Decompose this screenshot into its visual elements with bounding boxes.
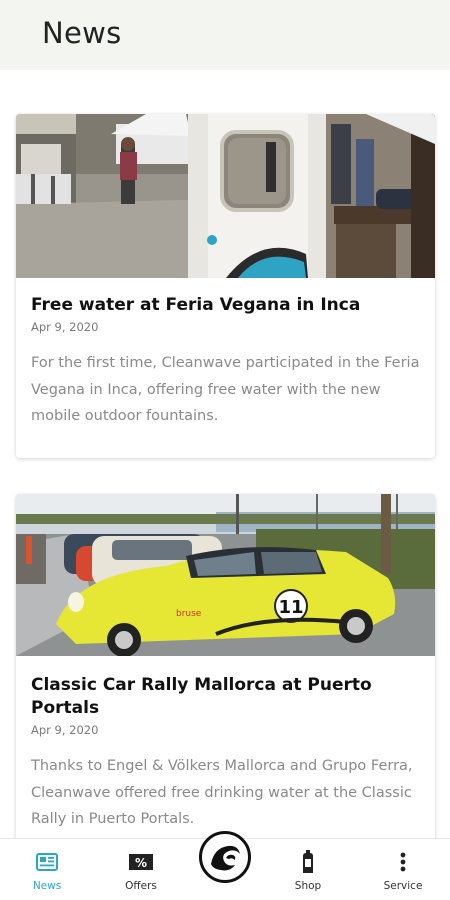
tab-service[interactable]: Service: [363, 839, 443, 900]
article-title[interactable]: Free water at Feria Vegana in Inca: [31, 294, 421, 317]
article-summary: For the first time, Cleanwave participat…: [31, 355, 420, 424]
tab-news[interactable]: News: [7, 839, 87, 900]
svg-text:%: %: [135, 856, 147, 870]
news-image-feria-vegana[interactable]: [16, 114, 435, 278]
svg-text:11: 11: [278, 597, 303, 618]
news-card[interactable]: 11 bruse Classic Car Rally Mallorca at P…: [16, 494, 435, 838]
tab-service-label: Service: [383, 880, 423, 892]
tab-offers[interactable]: % Offers: [101, 839, 181, 900]
newspaper-icon: [34, 849, 60, 875]
tab-shop[interactable]: Shop: [268, 839, 348, 900]
news-feed[interactable]: Free water at Feria Vegana in Inca Apr 9…: [0, 70, 450, 838]
svg-text:bruse: bruse: [176, 609, 202, 619]
bottle-icon: [295, 849, 321, 875]
tab-shop-label: Shop: [294, 880, 322, 892]
app-header: News: [0, 0, 450, 70]
article-date: Apr 9, 2020: [31, 723, 99, 737]
article-title[interactable]: Classic Car Rally Mallorca at Puerto Por…: [31, 674, 421, 720]
more-vertical-icon: [390, 849, 416, 875]
article-summary: Thanks to Engel & Völkers Mallorca and G…: [31, 758, 413, 827]
cleanwave-logo-icon: [211, 845, 240, 871]
percent-tag-icon: %: [128, 849, 154, 875]
tab-news-label: News: [32, 880, 62, 892]
news-card[interactable]: Free water at Feria Vegana in Inca Apr 9…: [16, 114, 435, 458]
news-image-classic-car-rally[interactable]: 11 bruse: [16, 494, 435, 656]
cleanwave-logo-button[interactable]: [199, 831, 251, 883]
tab-offers-label: Offers: [125, 880, 157, 892]
article-date: Apr 9, 2020: [31, 320, 99, 334]
page-title: News: [42, 16, 122, 50]
